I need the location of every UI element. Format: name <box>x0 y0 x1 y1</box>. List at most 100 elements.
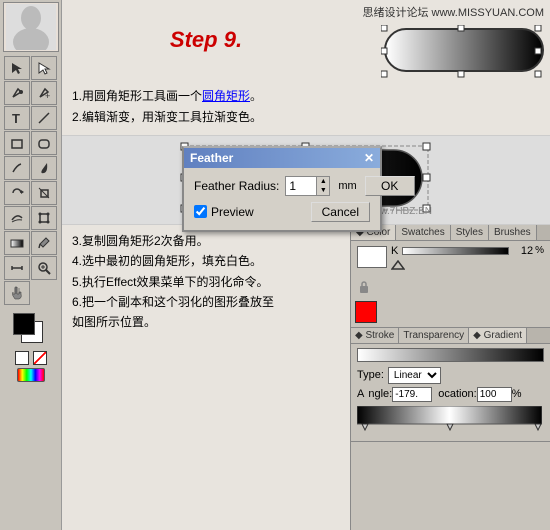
gradient-swatch-area <box>351 297 550 327</box>
k-slider-row: K 12 % <box>391 245 544 257</box>
tool-rounded-rect[interactable] <box>31 131 57 155</box>
stroke-panel: ◆ Stroke Transparency ◆ Gradient <box>351 328 550 442</box>
percent-label: % <box>535 245 544 256</box>
feather-cancel-button[interactable]: Cancel <box>311 202 370 222</box>
instruction-line-6-2: 如图所示位置。 <box>72 312 340 332</box>
color-spectrum[interactable] <box>17 368 45 382</box>
none-color[interactable] <box>15 351 29 365</box>
instruction-line-6: 6.把一个副本和这个羽化的图形叠放至 <box>72 292 340 312</box>
tool-free-transform[interactable] <box>31 206 57 230</box>
tool-measure[interactable] <box>4 256 30 280</box>
tab-swatches[interactable]: Swatches <box>396 225 450 240</box>
main-content: Step 9. 思绪设计论坛 www.MISSYUAN.COM <box>62 0 550 530</box>
spinner-up[interactable]: ▲ <box>317 177 329 186</box>
tool-direct-select[interactable] <box>31 56 57 80</box>
color-panel-content: K 12 % <box>351 241 550 277</box>
logo-area: 思绪设计论坛 www.MISSYUAN.COM <box>350 0 550 80</box>
top-row: Step 9. 思绪设计论坛 www.MISSYUAN.COM <box>62 0 550 80</box>
reset-colors[interactable] <box>33 351 47 365</box>
preview-checkbox-label[interactable]: Preview <box>194 205 254 219</box>
tool-pen[interactable] <box>4 81 30 105</box>
instruction-line-3: 3.复制圆角矩形2次备用。 <box>72 231 340 251</box>
gradient-stops-container <box>357 406 544 437</box>
tab-brushes[interactable]: Brushes <box>489 225 537 240</box>
color-sliders: K 12 % <box>391 245 544 270</box>
stroke-panel-tabs: ◆ Stroke Transparency ◆ Gradient <box>351 328 550 344</box>
location-unit: % <box>512 388 522 400</box>
angle-label-rest: ngle: <box>368 388 392 400</box>
tab-transparency[interactable]: Transparency <box>399 328 469 343</box>
gradient-panel-content: Type: Linear Radial A ngle: ocation: <box>351 344 550 441</box>
type-select[interactable]: Linear Radial <box>388 367 441 384</box>
location-label: ocation: <box>438 388 477 400</box>
tool-zoom[interactable] <box>31 256 57 280</box>
tool-pencil[interactable] <box>4 156 30 180</box>
feather-spinner[interactable]: ▲ ▼ <box>316 177 329 195</box>
bottom-section: 3.复制圆角矩形2次备用。 4.选中最初的圆角矩形，填充白色。 5.执行Effe… <box>62 225 550 530</box>
bottom-instructions: 3.复制圆角矩形2次备用。 4.选中最初的圆角矩形，填充白色。 5.执行Effe… <box>62 225 350 530</box>
toolbar: + T <box>0 0 62 530</box>
tab-stroke[interactable]: ◆ Stroke <box>351 328 399 343</box>
color-panel: ◆ Color Swatches Styles Brushes <box>351 225 550 328</box>
tool-type[interactable]: T <box>4 106 30 130</box>
feather-body: Feather Radius: ▲ ▼ mm OK <box>184 168 380 230</box>
feather-ok-button[interactable]: OK <box>365 176 415 196</box>
k-value: 12 <box>513 245 533 257</box>
feather-radius-row: Feather Radius: ▲ ▼ mm OK <box>194 176 370 196</box>
tab-brushes-label: Brushes <box>494 227 531 238</box>
avatar-area <box>3 2 59 52</box>
tool-hand[interactable] <box>4 281 30 305</box>
lock-row <box>351 277 550 297</box>
location-input[interactable] <box>477 387 512 402</box>
tool-add-anchor[interactable]: + <box>31 81 57 105</box>
tab-stroke-label: ◆ Stroke <box>355 330 394 341</box>
feather-input-group[interactable]: ▲ ▼ <box>285 176 330 196</box>
type-label: Type: <box>357 369 384 381</box>
tool-line[interactable] <box>31 106 57 130</box>
preview-rounded-rect <box>384 28 544 72</box>
red-swatch[interactable] <box>355 301 377 323</box>
tool-select[interactable] <box>4 56 30 80</box>
tool-grid: + T <box>4 56 57 305</box>
tool-warp[interactable] <box>4 206 30 230</box>
angle-row: A ngle: ocation: % <box>357 387 544 402</box>
k-slider[interactable] <box>402 247 509 255</box>
tool-rotate[interactable] <box>4 181 30 205</box>
tab-styles[interactable]: Styles <box>451 225 489 240</box>
angle-label: A <box>357 388 364 400</box>
feather-radius-label: Feather Radius: <box>194 179 279 193</box>
feather-radius-input[interactable] <box>286 178 316 194</box>
tab-transparency-label: Transparency <box>403 330 464 341</box>
tool-eyedropper[interactable] <box>31 231 57 255</box>
feather-preview-row: Preview Cancel <box>194 202 370 222</box>
preview-label: Preview <box>211 205 254 219</box>
step-title-area: Step 9. <box>62 0 350 80</box>
spinner-down[interactable]: ▼ <box>317 186 329 195</box>
lock-icon <box>357 279 371 295</box>
preview-rounded-rect-container <box>384 24 544 72</box>
color-selector[interactable] <box>13 313 49 382</box>
gradient-arrow-icon <box>391 260 405 270</box>
white-swatch[interactable] <box>357 246 387 268</box>
type-row: Type: Linear Radial <box>357 367 544 384</box>
tool-brush[interactable] <box>31 156 57 180</box>
instruction-1-suffix: 。 <box>250 89 262 103</box>
svg-text:+: + <box>45 91 50 100</box>
tab-gradient-label: ◆ Gradient <box>473 330 522 341</box>
instruction-1-link[interactable]: 圆角矩形 <box>202 89 250 103</box>
tool-scale[interactable] <box>31 181 57 205</box>
foreground-color-box[interactable] <box>13 313 35 335</box>
feather-titlebar: Feather ✕ <box>184 148 380 168</box>
instruction-line-5: 5.执行Effect效果菜单下的羽化命令。 <box>72 272 340 292</box>
angle-input[interactable] <box>392 387 432 402</box>
right-panel: ◆ Color Swatches Styles Brushes <box>350 225 550 530</box>
preview-checkbox[interactable] <box>194 205 207 218</box>
tab-gradient[interactable]: ◆ Gradient <box>469 328 527 343</box>
tab-swatches-label: Swatches <box>401 227 444 238</box>
feather-unit: mm <box>338 180 356 192</box>
instruction-line-4: 4.选中最初的圆角矩形，填充白色。 <box>72 251 340 271</box>
tool-rect[interactable] <box>4 131 30 155</box>
tool-gradient[interactable] <box>4 231 30 255</box>
gradient-arrow-row <box>391 260 544 270</box>
feather-close-btn[interactable]: ✕ <box>364 151 374 165</box>
